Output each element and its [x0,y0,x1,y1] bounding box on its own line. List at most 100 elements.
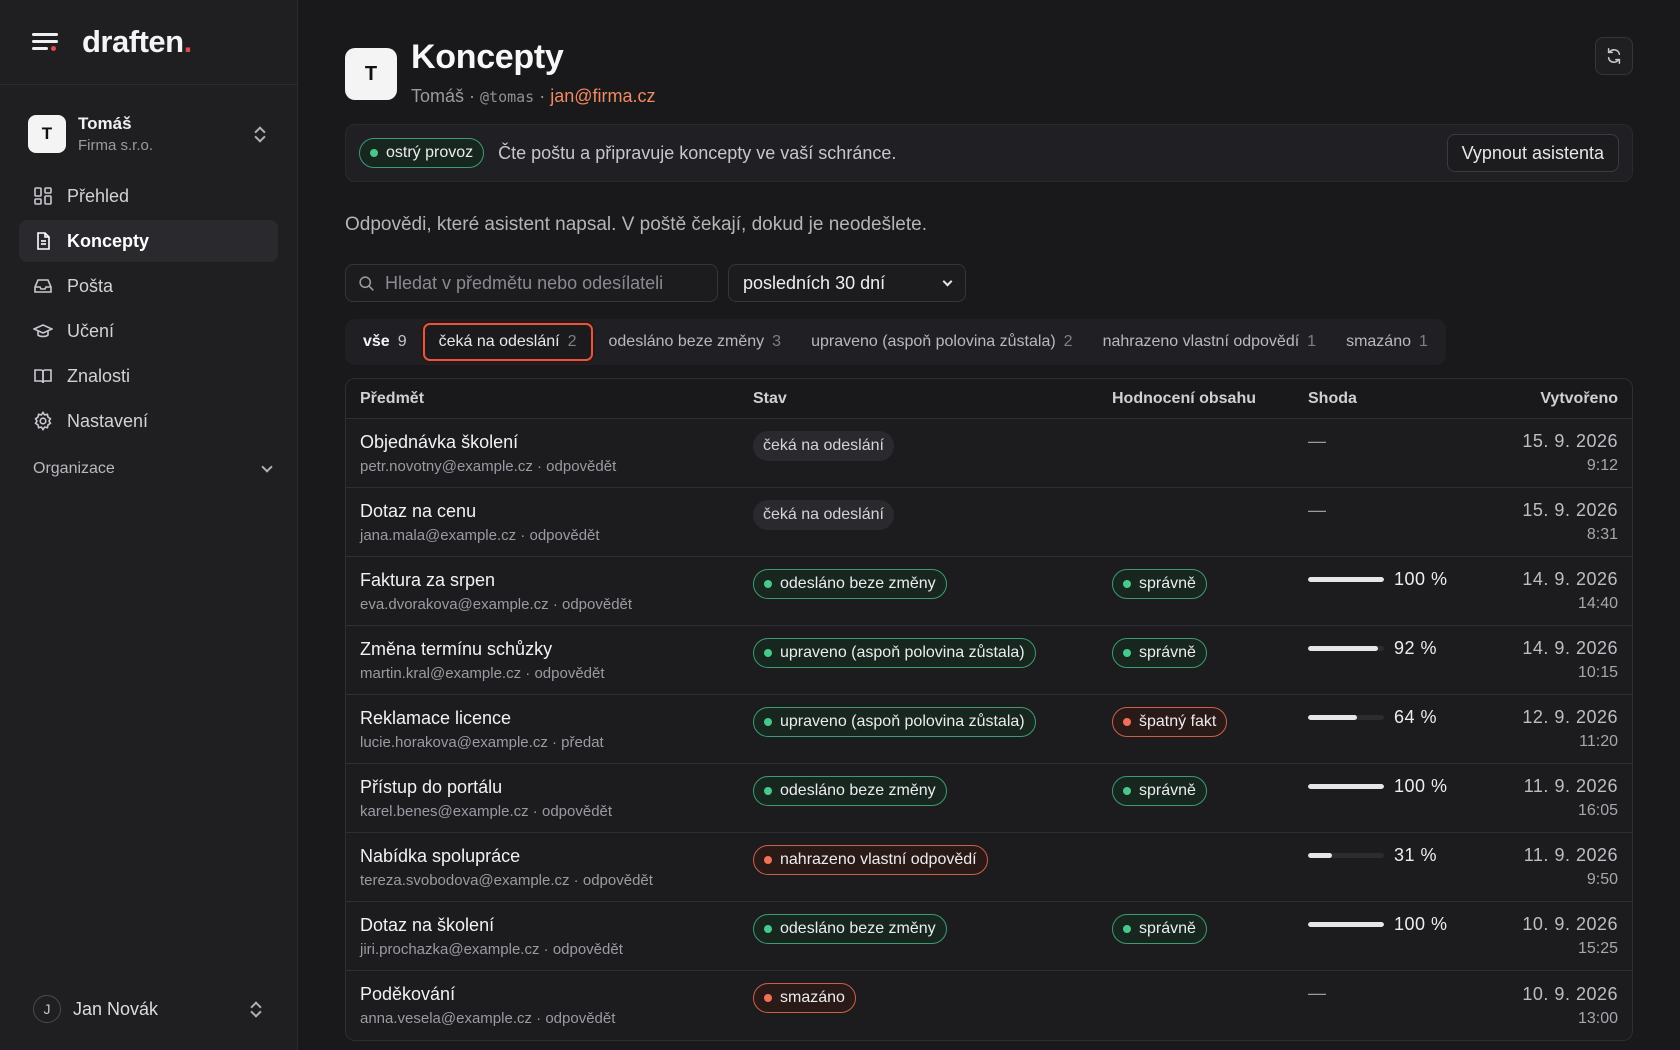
created-time: 8:31 [1586,526,1618,543]
tab-sent-unchanged[interactable]: odesláno beze změny 3 [595,323,796,361]
tab-deleted[interactable]: smazáno 1 [1332,323,1442,361]
chevron-down-icon [261,461,273,473]
owner-name: Tomáš [411,86,465,106]
owner-email[interactable]: jan@firma.cz [550,86,655,106]
table-row[interactable]: Dotaz na školení jiri.prochazka@example.c… [346,902,1632,971]
rating-badge: správně [1112,914,1207,944]
match-empty: — [1308,431,1326,451]
table-row[interactable]: Přístup do portálu karel.benes@example.cz… [346,764,1632,833]
subject-text[interactable]: Přístup do portálu [360,777,753,798]
match-indicator: 100 % [1308,914,1518,935]
rating-cell: správně [1112,626,1308,668]
main-content: T Koncepty Tomáš · @tomas · jan@firma.cz… [345,0,1633,1041]
sidebar-item-posta[interactable]: Pošta [19,265,278,307]
disable-assistant-button[interactable]: Vypnout asistenta [1446,134,1619,172]
column-header-match[interactable]: Shoda [1308,390,1518,408]
sender-meta: jana.mala@example.cz · odpovědět [360,526,600,544]
table-row[interactable]: Poděkování anna.vesela@example.cz · odpov… [346,971,1632,1040]
rating-badge: špatný fakt [1112,707,1228,737]
sidebar-item-prehled[interactable]: Přehled [19,175,278,217]
match-cell: 92 % [1308,626,1518,659]
refresh-button[interactable] [1595,37,1633,75]
tab-all[interactable]: vše 9 [349,323,421,361]
drafts-table: Předmět Stav Hodnocení obsahu Shoda Vytv… [345,378,1633,1041]
tab-edited[interactable]: upraveno (aspoň polovina zůstala) 2 [797,323,1087,361]
rating-cell [1112,971,1308,983]
sidebar-item-nastaveni[interactable]: Nastavení [19,400,278,442]
match-percent: 100 % [1394,914,1448,934]
search-input[interactable] [385,272,717,294]
tab-awaiting-send[interactable]: čeká na odeslání 2 [422,323,593,361]
subject-text[interactable]: Reklamace licence [360,708,753,729]
subject-text[interactable]: Nabídka spolupráce [360,846,753,867]
rating-cell [1112,488,1308,500]
brand-bar: draften. [0,0,297,85]
created-cell: 10. 9. 2026 15:25 [1518,914,1618,958]
table-row[interactable]: Změna termínu schůzky martin.kral@example… [346,626,1632,695]
match-bar [1308,715,1384,720]
status-dot [764,994,772,1002]
sidebar-item-label: Koncepty [67,230,150,251]
menu-icon[interactable] [32,31,58,53]
match-indicator: 31 % [1308,845,1518,866]
created-date: 11. 9. 2026 [1523,776,1618,796]
created-date: 10. 9. 2026 [1522,914,1618,934]
sidebar-item-uceni[interactable]: Učení [19,310,278,352]
status-badge: upraveno (aspoň polovina zůstala) [753,638,1036,668]
match-bar [1308,853,1384,858]
table-row[interactable]: Nabídka spolupráce tereza.svobodova@examp… [346,833,1632,902]
rating-badge: správně [1112,776,1207,806]
sidebar-item-label: Učení [67,320,115,341]
subject-text[interactable]: Změna termínu schůzky [360,639,753,660]
subject-text[interactable]: Dotaz na cenu [360,501,753,522]
status-cell: čeká na odeslání [753,488,1112,530]
account-switcher[interactable]: T Tomáš Firma s.r.o. [28,107,277,161]
created-time: 15:25 [1577,940,1618,957]
inbox-icon [34,279,52,293]
table-row[interactable]: Reklamace licence lucie.horakova@example.… [346,695,1632,764]
table-row[interactable]: Objednávka školení petr.novotny@example.c… [346,419,1632,488]
created-date: 10. 9. 2026 [1522,983,1618,1004]
match-percent: 92 % [1394,638,1438,658]
account-avatar: T [28,115,66,153]
column-header-status[interactable]: Stav [753,390,1112,408]
match-indicator: 100 % [1308,569,1518,590]
subject-text[interactable]: Dotaz na školení [360,915,753,936]
status-badge: upraveno (aspoň polovina zůstala) [753,707,1036,737]
page-intro: Odpovědi, které asistent napsal. V poště… [345,214,927,235]
tab-replaced[interactable]: nahrazeno vlastní odpovědí 1 [1089,323,1331,361]
created-date: 15. 9. 2026 [1522,431,1618,451]
rating-badge: správně [1112,638,1207,668]
status-badge: čeká na odeslání [753,431,894,461]
status-dot [764,649,772,657]
sidebar-item-znalosti[interactable]: Znalosti [19,355,278,397]
created-cell: 14. 9. 2026 14:40 [1518,569,1618,613]
subject-text[interactable]: Faktura za srpen [360,570,753,591]
status-text: Čte poštu a připravuje koncepty ve vaší … [498,142,897,163]
match-cell: 31 % [1308,833,1518,866]
sender-meta: lucie.horakova@example.cz · předat [360,733,604,751]
match-percent: 64 % [1394,707,1438,727]
column-header-created[interactable]: Vytvořeno [1518,390,1618,408]
chevron-down-icon [942,276,953,286]
table-row[interactable]: Dotaz na cenu jana.mala@example.cz · odpo… [346,488,1632,557]
table-row[interactable]: Faktura za srpen eva.dvorakova@example.cz… [346,557,1632,626]
subject-text[interactable]: Poděkování [360,984,753,1005]
page-header: T Koncepty Tomáš · @tomas · jan@firma.cz [345,0,1633,120]
match-cell: 100 % [1308,902,1518,935]
status-cell: čeká na odeslání [753,419,1112,461]
organization-section-toggle[interactable]: Organizace [33,460,277,478]
page-title: Koncepty [411,38,564,76]
user-name: Jan Novák [73,998,159,1019]
column-header-rating[interactable]: Hodnocení obsahu [1112,390,1308,408]
dashboard-icon [34,187,52,205]
date-range-select[interactable]: posledních 30 dní [728,264,966,302]
sidebar-item-koncepty[interactable]: Koncepty [19,220,278,262]
match-bar [1308,784,1384,789]
user-menu[interactable]: J Jan Novák [33,992,273,1026]
column-header-subject[interactable]: Předmět [360,390,753,408]
subject-text[interactable]: Objednávka školení [360,432,753,453]
table-header: Předmět Stav Hodnocení obsahu Shoda Vytv… [346,379,1632,419]
match-empty: — [1308,500,1326,520]
created-time: 11:20 [1579,733,1618,750]
